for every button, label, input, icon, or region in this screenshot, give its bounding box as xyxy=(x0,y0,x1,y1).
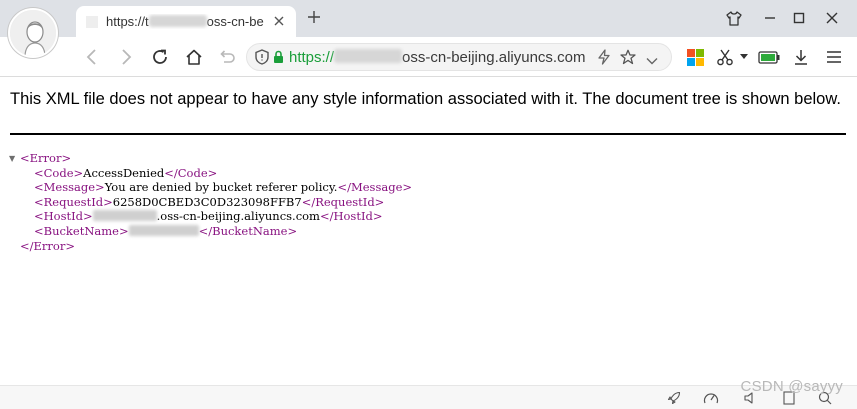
notice-divider xyxy=(10,133,846,135)
minimize-icon[interactable] xyxy=(758,7,782,29)
avatar[interactable] xyxy=(8,8,58,58)
maximize-icon[interactable] xyxy=(787,7,811,29)
lightning-icon[interactable] xyxy=(597,49,611,70)
close-icon[interactable] xyxy=(820,7,844,29)
home-icon[interactable] xyxy=(182,45,206,69)
watermark-text: CSDN @sayyy xyxy=(740,378,843,395)
browser-tab[interactable]: https://t oss-cn-be xyxy=(76,6,296,37)
skin-shirt-icon[interactable] xyxy=(722,7,746,29)
collapse-triangle-icon[interactable]: ▼ xyxy=(9,152,15,167)
redacted-bucketname xyxy=(128,224,199,236)
rocket-icon[interactable] xyxy=(665,389,683,407)
new-tab-button[interactable] xyxy=(303,8,325,30)
xml-root-close: </Error> xyxy=(20,238,75,253)
xml-element-hostid: <HostId> .oss-cn-beijing.aliyuncs.com</Ho… xyxy=(34,209,383,224)
windows-grid-icon[interactable] xyxy=(683,45,707,69)
tab-close-icon[interactable] xyxy=(270,12,288,30)
url-text[interactable]: https://oss-cn-beijing.aliyuncs.com xyxy=(289,49,585,66)
xml-element-bucketname: <BucketName> </BucketName> xyxy=(34,223,298,238)
title-bar: https://t oss-cn-be xyxy=(0,0,857,37)
reload-icon[interactable] xyxy=(148,45,172,69)
xml-element-message: <Message>You are denied by bucket refere… xyxy=(34,180,413,195)
xml-style-notice: This XML file does not appear to have an… xyxy=(10,90,841,108)
redacted-hostid-prefix xyxy=(92,210,157,222)
battery-icon[interactable] xyxy=(757,45,781,69)
shield-icon[interactable] xyxy=(255,49,269,70)
xml-tree: ▼ <Error> <Code>AccessDenied</Code> <Mes… xyxy=(9,151,413,253)
browser-toolbar: https://oss-cn-beijing.aliyuncs.com xyxy=(0,37,857,77)
lock-icon xyxy=(273,50,284,69)
status-bar xyxy=(0,385,857,409)
favicon-icon xyxy=(86,15,98,28)
scissors-icon[interactable] xyxy=(713,45,737,69)
xml-element-code: <Code>AccessDenied</Code> xyxy=(34,165,218,180)
hamburger-menu-icon[interactable] xyxy=(822,45,846,69)
back-arrow-icon[interactable] xyxy=(80,45,104,69)
xml-root-open: ▼ <Error> xyxy=(9,151,72,167)
address-bar[interactable]: https://oss-cn-beijing.aliyuncs.com xyxy=(246,43,672,71)
speed-gauge-icon[interactable] xyxy=(702,389,720,407)
tab-title: https://t oss-cn-be xyxy=(106,14,264,29)
chevron-down-icon[interactable] xyxy=(646,52,658,70)
star-icon[interactable] xyxy=(620,49,636,70)
chevron-down-icon[interactable] xyxy=(737,45,751,69)
xml-element-requestid: <RequestId>6258D0CBED3C0D323098FFB7</Req… xyxy=(34,194,385,209)
undo-icon[interactable] xyxy=(215,45,239,69)
forward-arrow-icon[interactable] xyxy=(114,45,138,69)
download-icon[interactable] xyxy=(789,45,813,69)
